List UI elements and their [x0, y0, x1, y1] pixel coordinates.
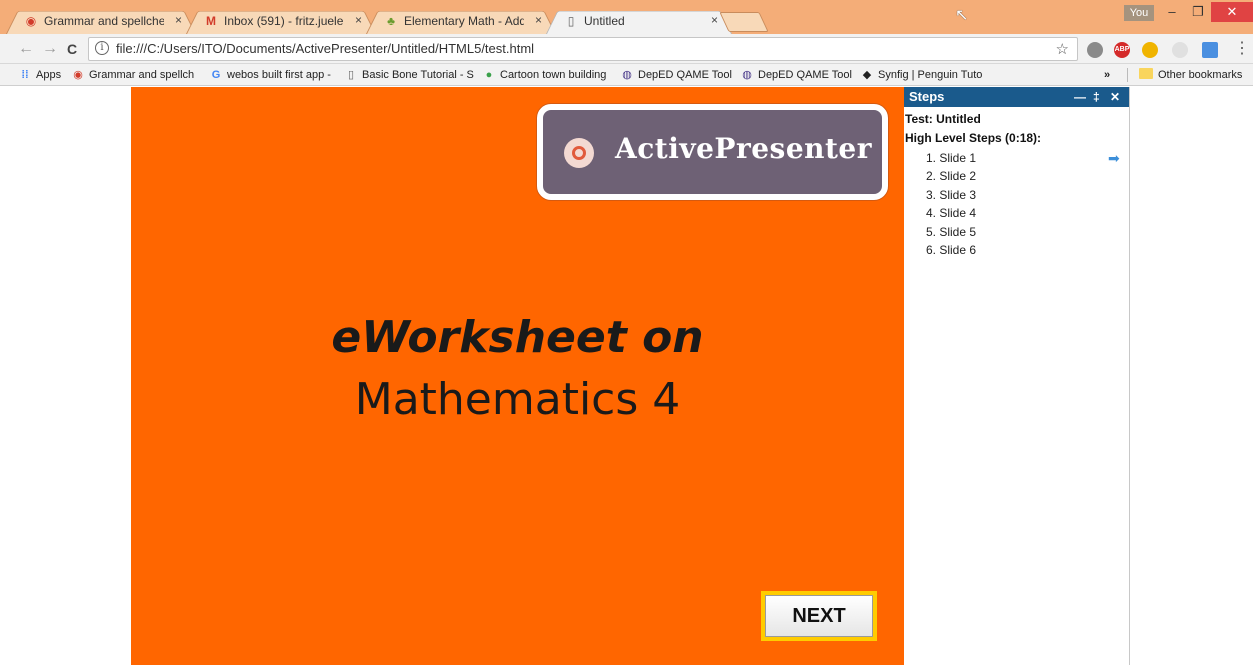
step-list: 1. Slide 1 ➡ 2. Slide 2 3. Slide 3 4. Sli…	[904, 149, 1129, 259]
forward-button[interactable]: →	[42, 39, 58, 59]
slide-title-line-2: Mathematics 4	[354, 374, 681, 425]
info-icon[interactable]: i	[95, 41, 109, 55]
panel-pin-icon[interactable]: ‡	[1093, 87, 1100, 107]
steps-panel: Steps — ‡ ✕ Test: Untitled High Level St…	[904, 87, 1130, 665]
restore-button[interactable]: ❐	[1184, 2, 1212, 22]
bookmark-deped-1[interactable]: ◍ DepED QAME Tool	[620, 67, 732, 83]
url-text[interactable]: file:///C:/Users/ITO/Documents/ActivePre…	[116, 41, 534, 57]
penguin-icon: ◆	[862, 69, 872, 81]
browser-toolbar: ← → C i file:///C:/Users/ITO/Documents/A…	[0, 34, 1253, 64]
lightbulb-icon[interactable]	[1087, 42, 1103, 58]
high-level-steps-label: High Level Steps (0:18):	[905, 131, 1042, 145]
close-window-button[interactable]: ✕	[1211, 2, 1253, 22]
bookmarks-bar: ⁞⁞ Apps ◉ Grammar and spellch Gwebos built…	[0, 64, 1253, 86]
tab-elementary-math[interactable]: ♣ Elementary Math - Addit ×	[366, 7, 556, 34]
tab-title: Untitled	[584, 14, 625, 28]
tree-icon: ♣	[387, 14, 395, 28]
bookmark-synfig[interactable]: ◆ Synfig | Penguin Tuto	[860, 67, 983, 83]
tab-close-icon[interactable]: ×	[535, 12, 542, 28]
tab-close-icon[interactable]: ×	[175, 12, 182, 28]
step-item[interactable]: 1. Slide 1 ➡	[904, 149, 1129, 167]
tab-close-icon[interactable]: ×	[711, 12, 718, 28]
panel-minimize-icon[interactable]: —	[1074, 87, 1086, 107]
tab-close-icon[interactable]: ×	[355, 12, 362, 28]
bookmark-cartoon-town[interactable]: ● Cartoon town building	[482, 67, 607, 83]
minimize-button[interactable]: –	[1158, 2, 1186, 22]
bookmarks-divider	[1127, 68, 1128, 82]
slide-title-line-1: eWorksheet on	[331, 312, 704, 363]
tab-title: Elementary Math - Addit	[404, 14, 524, 28]
bookmark-apps[interactable]: ⁞⁞ Apps	[18, 67, 61, 83]
grammarly-icon: ◉	[25, 14, 37, 28]
mouse-cursor-icon: ↖	[955, 7, 969, 24]
activepresenter-logo: ActivePresenter	[537, 104, 888, 200]
gmail-icon: M	[206, 14, 216, 28]
drive-icon[interactable]	[1142, 42, 1158, 58]
page-icon: ▯	[567, 14, 575, 28]
tab-grammar[interactable]: ◉ Grammar and spellcheck ×	[6, 7, 196, 34]
tab-title: Inbox (591) - fritz.juele@	[224, 14, 344, 28]
bookmark-deped-2[interactable]: ◍ DepED QAME Tool	[740, 67, 852, 83]
page-icon: ▯	[347, 69, 355, 81]
apps-icon: ⁞⁞	[21, 69, 29, 81]
tab-title: Grammar and spellcheck	[44, 14, 164, 28]
step-item[interactable]: 4. Slide 4	[904, 204, 1129, 222]
next-button[interactable]: NEXT	[761, 591, 877, 641]
steps-title: Steps	[909, 89, 945, 104]
bookmark-star-icon[interactable]: ☆	[1056, 40, 1069, 58]
bookmark-webos[interactable]: Gwebos built first app -	[209, 67, 331, 83]
steps-header: Steps — ‡ ✕	[904, 87, 1129, 107]
folder-icon	[1139, 68, 1153, 79]
next-button-label: NEXT	[765, 595, 873, 637]
adblock-icon[interactable]: ABP	[1114, 42, 1130, 58]
browser-titlebar: ◉ Grammar and spellcheck × M Inbox (591)…	[0, 0, 1253, 34]
cartoon-icon: ●	[485, 69, 493, 81]
deped-icon: ◍	[742, 69, 752, 81]
bookmarks-overflow-button[interactable]: »	[1104, 67, 1110, 83]
tab-gmail[interactable]: M Inbox (591) - fritz.juele@ ×	[186, 7, 376, 34]
panel-close-icon[interactable]: ✕	[1110, 87, 1120, 107]
logo-text: ActivePresenter	[615, 132, 872, 165]
circle-icon[interactable]	[1172, 42, 1188, 58]
step-item[interactable]: 5. Slide 5	[904, 223, 1129, 241]
current-step-arrow-icon: ➡	[1108, 150, 1120, 166]
back-button[interactable]: ←	[18, 39, 34, 59]
slide-title: eWorksheet on Mathematics 4	[131, 307, 904, 431]
deped-icon: ◍	[622, 69, 632, 81]
activepresenter-logo-icon	[564, 138, 594, 168]
step-item[interactable]: 3. Slide 3	[904, 186, 1129, 204]
calendar-icon[interactable]	[1202, 42, 1218, 58]
reload-button[interactable]: C	[67, 39, 77, 59]
new-tab-button[interactable]	[719, 12, 769, 32]
test-name: Test: Untitled	[905, 112, 981, 126]
address-bar[interactable]: i file:///C:/Users/ITO/Documents/ActiveP…	[88, 37, 1078, 61]
browser-menu-icon[interactable]: ⋮	[1234, 40, 1250, 58]
tab-untitled[interactable]: ▯ Untitled ×	[546, 7, 732, 34]
bookmark-grammar[interactable]: ◉ Grammar and spellch	[71, 67, 194, 83]
presentation-slide: ActivePresenter eWorksheet on Mathematic…	[131, 87, 904, 665]
bookmark-basic-bone[interactable]: ▯ Basic Bone Tutorial - S	[344, 67, 474, 83]
google-icon: G	[211, 69, 221, 81]
step-item[interactable]: 6. Slide 6	[904, 241, 1129, 259]
profile-button[interactable]: You	[1124, 5, 1154, 21]
step-item[interactable]: 2. Slide 2	[904, 167, 1129, 185]
grammarly-icon: ◉	[73, 69, 83, 81]
other-bookmarks-folder[interactable]: Other bookmarks	[1139, 67, 1242, 83]
